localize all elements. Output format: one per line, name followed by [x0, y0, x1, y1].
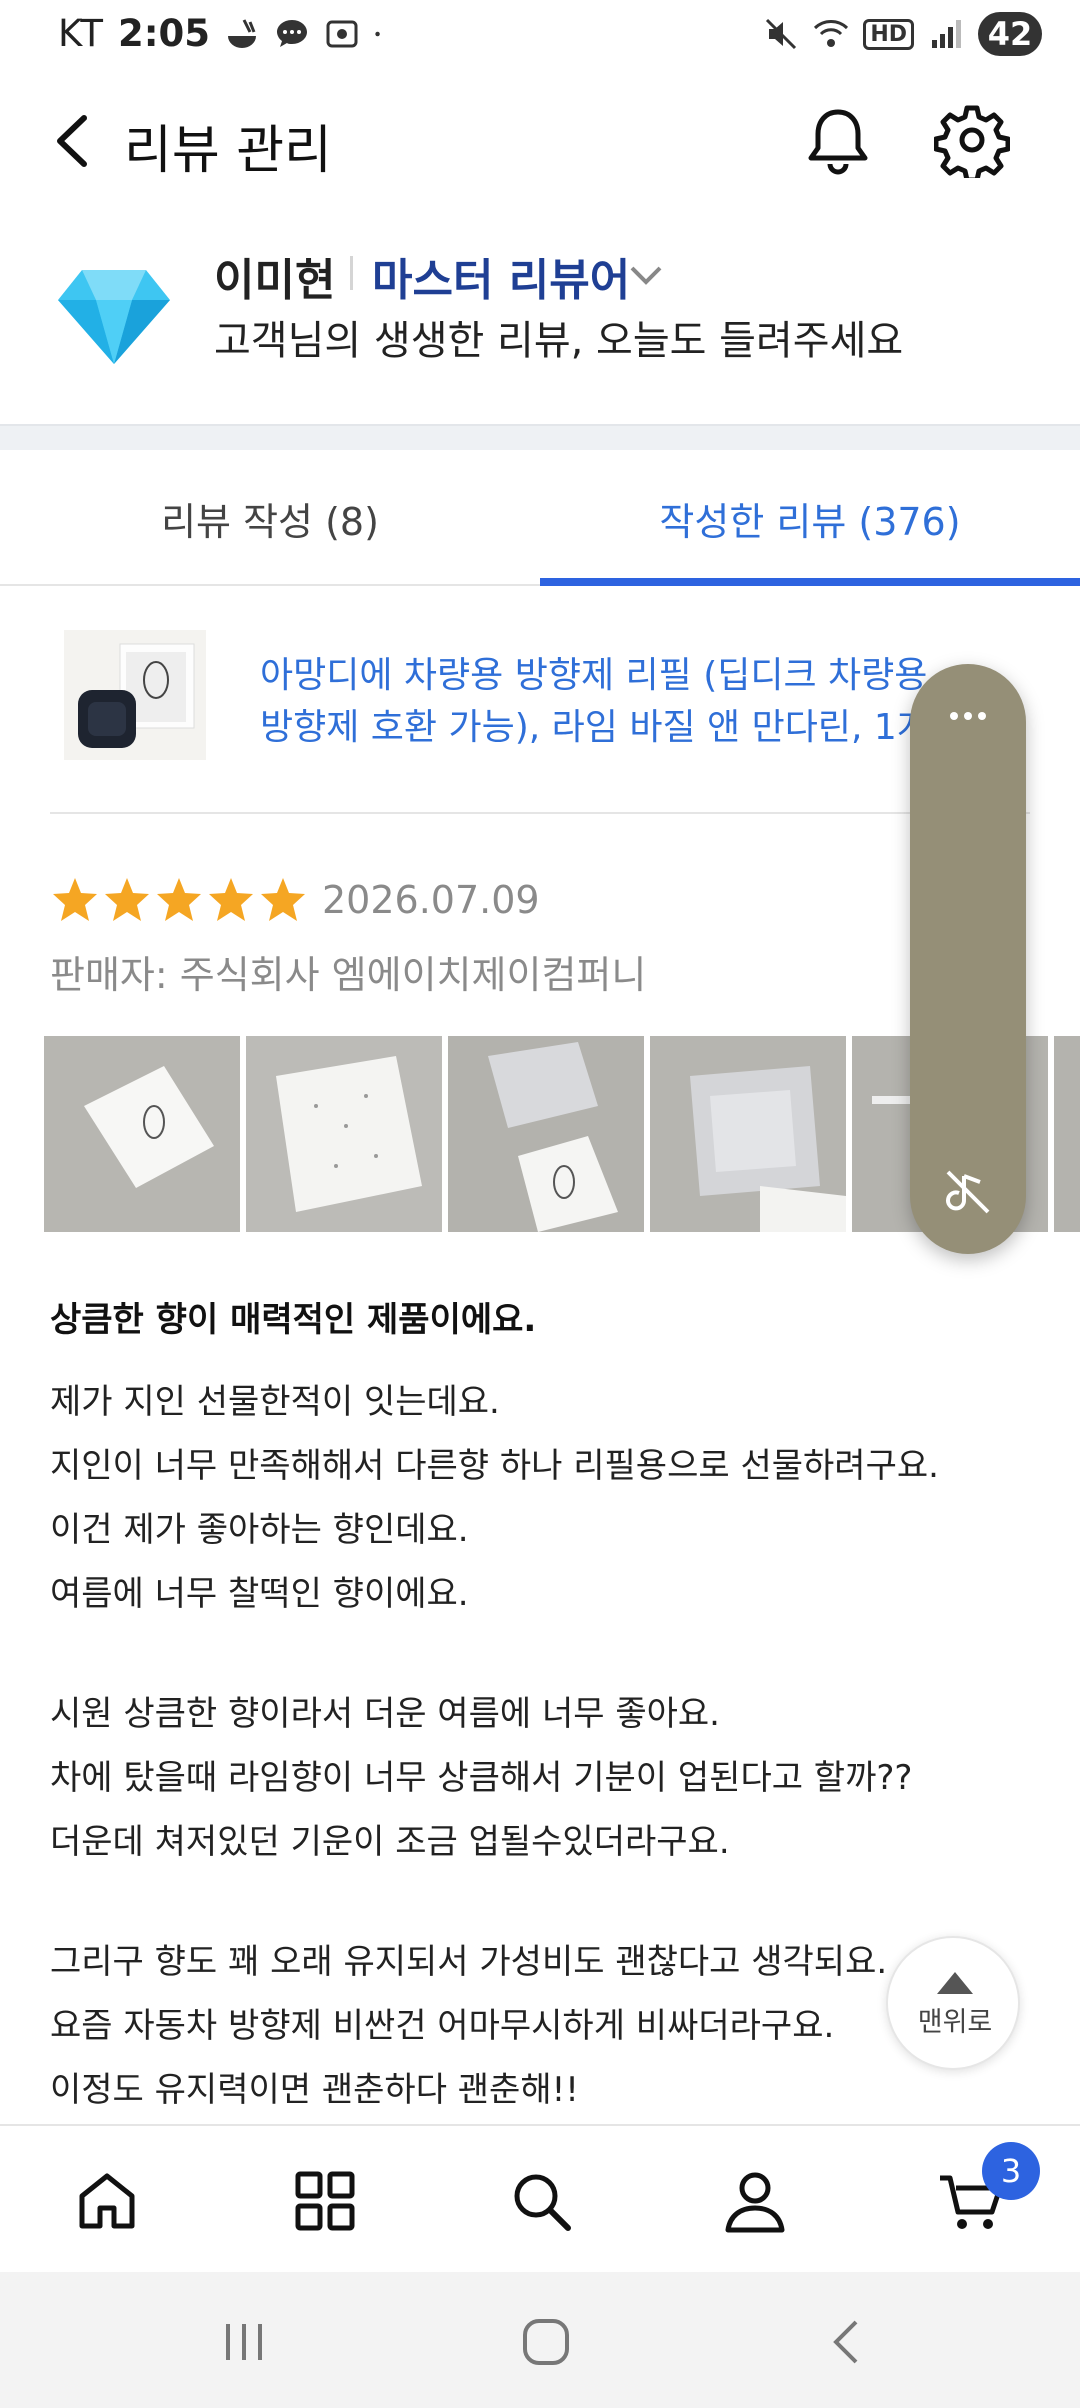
recent-apps-icon[interactable] [214, 2312, 274, 2372]
review-line: 여름에 너무 찰떡인 향이에요. [50, 1574, 469, 1614]
triangle-up-icon [937, 1972, 973, 1994]
active-tab-indicator [540, 578, 1080, 586]
star-icon [157, 878, 201, 921]
tab-written-reviews[interactable]: 작성한 리뷰 (376) [540, 450, 1080, 586]
gear-icon[interactable] [934, 102, 1010, 178]
star-icon [105, 878, 149, 921]
product-title[interactable]: 아망디에 차량용 방향제 리필 (딥디크 차량용 방향제 호환 가능), 라임 … [260, 650, 960, 754]
my-account-icon[interactable] [720, 2166, 790, 2236]
to-top-label: 맨위로 [917, 2007, 993, 2038]
review-line: 제가 지인 선물한적이 잇는데요. [50, 1382, 500, 1422]
cart-count-badge: 3 [982, 2142, 1040, 2200]
music-off-icon[interactable] [942, 1166, 994, 1218]
review-date: 2026.07.09 [322, 878, 540, 922]
floating-panel[interactable] [910, 664, 1026, 1254]
tab-write-review[interactable]: 리뷰 작성 (8) [0, 450, 540, 586]
review-body: 제가 지인 선물한적이 잇는데요. 지인이 너무 만족해해서 다른향 하나 리필용… [50, 1370, 1010, 2122]
review-line: 지인이 너무 만족해해서 다른향 하나 리필용으로 선물하려구요. [50, 1446, 939, 1486]
diamond-grade-icon [58, 270, 170, 364]
battery-indicator: 42 [978, 12, 1042, 56]
review-line: 그리구 향도 꽤 오래 유지되서 가성비도 괜찮다고 생각되요. [50, 1942, 888, 1982]
review-tabs: 리뷰 작성 (8) 작성한 리뷰 (376) [0, 450, 1080, 586]
carrier-label: KT [58, 12, 104, 55]
review-photo[interactable] [448, 1036, 644, 1232]
scroll-to-top-button[interactable]: 맨위로 [886, 1936, 1020, 2070]
review-photo[interactable] [650, 1036, 846, 1232]
review-line: 이정도 유지력이면 괜춘하다 괜춘해!! [50, 2070, 579, 2110]
clock: 2:05 [118, 12, 211, 55]
status-left: KT 2:05 [58, 12, 390, 55]
back-arrow-icon[interactable] [40, 106, 110, 176]
reviewer-grade[interactable]: 마스터 리뷰어 [372, 244, 630, 308]
star-rating [50, 875, 308, 925]
system-nav-bar [0, 2272, 1080, 2408]
star-icon [261, 878, 305, 921]
seller-name: 판매자: 주식회사 엠에이치제이컴퍼니 [50, 953, 647, 997]
review-photo[interactable] [246, 1036, 442, 1232]
product-image [64, 630, 206, 760]
chevron-down-icon[interactable] [628, 260, 664, 290]
bell-icon[interactable] [800, 102, 876, 178]
system-back-icon[interactable] [818, 2312, 878, 2372]
mute-icon [766, 18, 797, 50]
status-right: HD 42 [763, 12, 1042, 56]
status-bar: KT 2:05 HD 42 [0, 0, 1080, 70]
food-delivery-icon [228, 18, 257, 48]
product-title-line1: 아망디에 차량용 방향제 리필 (딥디크 차량용 [260, 655, 928, 696]
product-title-line2: 방향제 호환 가능), 라임 바질 앤 만다린, 1개 [260, 707, 930, 748]
name-separator [350, 256, 353, 290]
reviewer-name: 이미현 [214, 255, 336, 306]
search-icon[interactable] [506, 2166, 576, 2236]
signal-icon [932, 20, 961, 48]
product-row[interactable]: 아망디에 차량용 방향제 리필 (딥디크 차량용 방향제 호환 가능), 라임 … [50, 600, 1030, 814]
review-line: 시원 상큼한 향이라서 더운 여름에 너무 좋아요. [50, 1694, 720, 1734]
chat-icon [277, 19, 308, 47]
hd-badge: HD [863, 18, 914, 50]
star-icon [209, 878, 253, 921]
review-line: 차에 탔을때 라임향이 너무 상큼해서 기분이 업된다고 할까?? [50, 1758, 913, 1798]
screenshot-icon [326, 20, 358, 47]
review-line: 더운데 쳐저있던 기운이 조금 업될수있더라구요. [50, 1822, 730, 1862]
review-line: 요즘 자동차 방향제 비싼건 어마무시하게 비싸더라구요. [50, 2006, 835, 2046]
home-icon[interactable] [72, 2166, 142, 2236]
review-photo[interactable] [44, 1036, 240, 1232]
more-icon[interactable] [948, 708, 988, 724]
rating-row: 2026.07.09 [50, 868, 540, 932]
review-headline: 상큼한 향이 매력적인 제품이에요. [50, 1300, 537, 1340]
categories-icon[interactable] [290, 2166, 360, 2236]
profile-subtitle: 고객님의 생생한 리뷰, 오늘도 들려주세요 [214, 318, 904, 364]
star-icon [53, 878, 97, 921]
page-title: 리뷰 관리 [124, 121, 332, 181]
product-thumbnail[interactable] [64, 630, 206, 760]
dot-icon [375, 31, 380, 36]
bottom-nav [0, 2124, 1080, 2272]
section-divider [0, 424, 1080, 450]
review-photo[interactable] [1054, 1036, 1080, 1232]
home-button-icon[interactable] [516, 2312, 576, 2372]
reviewer-profile: 이미현 마스터 리뷰어 고객님의 생생한 리뷰, 오늘도 들려주세요 [0, 220, 1080, 420]
app-header: 리뷰 관리 [0, 80, 1080, 200]
review-line: 이건 제가 좋아하는 향인데요. [50, 1510, 469, 1550]
wifi-icon [814, 20, 849, 47]
